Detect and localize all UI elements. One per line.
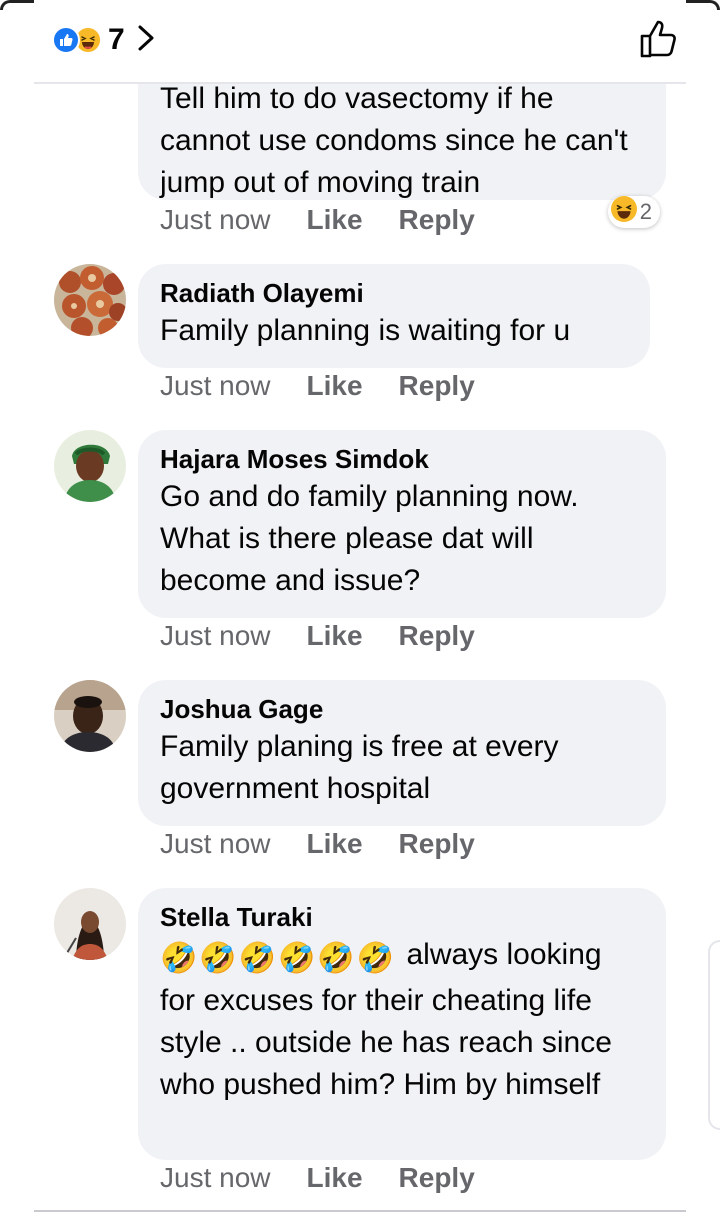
like-button[interactable]: Like <box>307 204 363 236</box>
reply-button[interactable]: Reply <box>399 620 475 652</box>
haha-icon <box>610 196 637 228</box>
avatar[interactable] <box>54 264 126 336</box>
header-divider <box>34 82 686 84</box>
comment-text: Go and do family planning now. What is t… <box>160 480 579 597</box>
comment-bubble[interactable]: Radiath Olayemi Family planning is waiti… <box>138 264 650 368</box>
comment-reaction-badge[interactable]: 2 <box>607 196 660 228</box>
reply-button[interactable]: Reply <box>399 204 475 236</box>
comment-author[interactable]: Joshua Gage <box>160 692 644 726</box>
comment-author[interactable]: Radiath Olayemi <box>160 276 628 310</box>
comment-bubble[interactable]: Hajara Moses Simdok Go and do family pla… <box>138 430 666 618</box>
reply-button[interactable]: Reply <box>399 370 475 402</box>
comment-timestamp: Just now <box>160 828 271 859</box>
comment-timestamp: Just now <box>160 1162 271 1193</box>
comment-list[interactable]: Tell him to do vasectomy if he cannot us… <box>0 84 720 1212</box>
screen-corner <box>686 0 720 10</box>
edge-scroll-handle[interactable] <box>708 940 720 1130</box>
screen-corner <box>0 0 34 10</box>
avatar[interactable] <box>54 680 126 752</box>
comment-bubble[interactable]: Joshua Gage Family planing is free at ev… <box>138 680 666 826</box>
comment-bubble[interactable]: Tell him to do vasectomy if he cannot us… <box>138 84 666 200</box>
comment-text: Tell him to do vasectomy if he cannot us… <box>160 84 628 199</box>
like-icon <box>52 26 80 54</box>
comment-text: Family planing is free at every governme… <box>160 730 559 805</box>
comment-text: 🤣🤣🤣🤣🤣🤣 always looking for excuses for th… <box>160 934 644 1106</box>
reply-button[interactable]: Reply <box>399 1162 475 1194</box>
comment-actions: Just now Like Reply <box>160 828 475 860</box>
bottom-divider <box>34 1210 686 1212</box>
comment-actions: Just now Like Reply <box>160 1162 475 1194</box>
comment-actions: Just now Like Reply <box>160 370 475 402</box>
comment-author[interactable]: Stella Turaki <box>160 900 644 934</box>
reaction-summary[interactable]: 7 <box>52 22 155 58</box>
like-button[interactable]: Like <box>307 620 363 652</box>
chevron-right-icon <box>137 24 155 57</box>
like-button[interactable]: Like <box>307 1162 363 1194</box>
comment-text: Family planning is waiting for u <box>160 314 571 347</box>
comment-actions: Just now Like Reply <box>160 620 475 652</box>
thumbs-up-icon[interactable] <box>638 18 680 65</box>
comment-actions: Just now Like Reply <box>160 204 475 236</box>
comment-author[interactable]: Hajara Moses Simdok <box>160 442 644 476</box>
comment-timestamp: Just now <box>160 620 271 651</box>
reaction-count: 2 <box>639 199 652 224</box>
like-button[interactable]: Like <box>307 828 363 860</box>
reactions-header: 7 <box>0 0 720 84</box>
comment-timestamp: Just now <box>160 204 271 235</box>
comment-bubble[interactable]: Stella Turaki 🤣🤣🤣🤣🤣🤣 always looking for … <box>138 888 666 1160</box>
reaction-count: 7 <box>108 23 125 56</box>
comment-timestamp: Just now <box>160 370 271 401</box>
like-button[interactable]: Like <box>307 370 363 402</box>
reply-button[interactable]: Reply <box>399 828 475 860</box>
avatar[interactable] <box>54 430 126 502</box>
avatar[interactable] <box>54 888 126 960</box>
rolling-laughing-emoji: 🤣🤣🤣🤣🤣🤣 <box>160 941 397 976</box>
